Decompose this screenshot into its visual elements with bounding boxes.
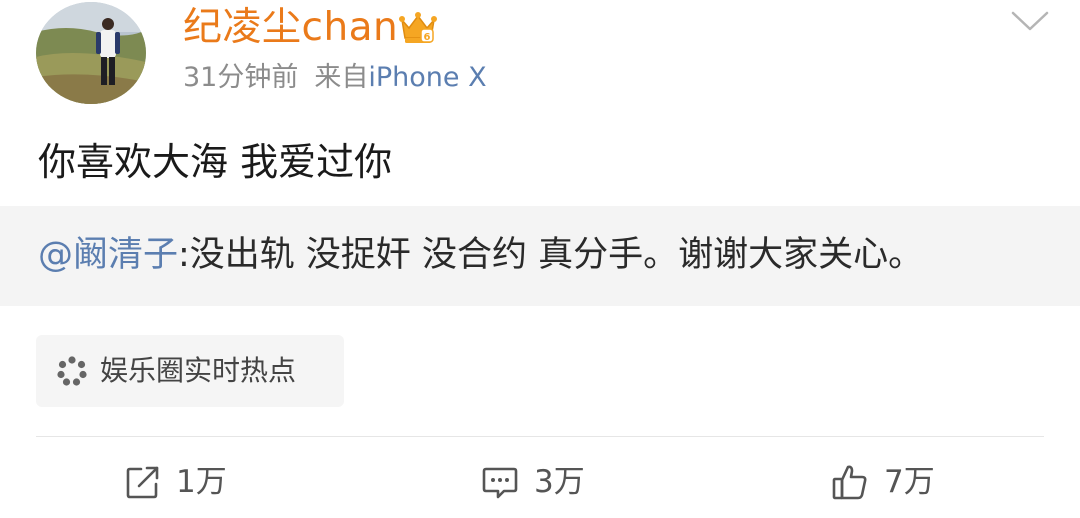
dots-burst-icon [57, 356, 87, 386]
chevron-down-icon[interactable] [1010, 10, 1050, 32]
comment-icon [482, 467, 518, 499]
comment-button[interactable]: 3万 [480, 452, 585, 512]
topic-tag[interactable]: 娱乐圈实时热点 [36, 335, 344, 407]
like-count: 7万 [884, 464, 935, 500]
crown-icon[interactable]: 6 [398, 10, 438, 46]
avatar[interactable] [36, 2, 146, 104]
weibo-post-card: 纪凌尘chan 6 31分钟前 来自iPhone X 你喜欢大海 我爱过你 @阚清… [0, 0, 1080, 518]
post-meta: 31分钟前 来自iPhone X [183, 58, 487, 98]
repost-count: 1万 [176, 464, 227, 500]
repost-text: :没出轨 没捉奸 没合约 真分手。谢谢大家关心。 [178, 235, 924, 275]
repost-text-line: @阚清子:没出轨 没捉奸 没合约 真分手。谢谢大家关心。 [38, 232, 923, 278]
source-device[interactable]: iPhone X [368, 62, 486, 93]
repost-author-mention[interactable]: @阚清子 [38, 235, 178, 275]
source-prefix: 来自 [314, 62, 369, 93]
share-edit-icon [126, 466, 159, 499]
comment-count: 3万 [534, 464, 585, 500]
post-time: 31分钟前 [183, 62, 299, 93]
reposted-content[interactable]: @阚清子:没出轨 没捉奸 没合约 真分手。谢谢大家关心。 [0, 206, 1080, 306]
avatar-photo [36, 2, 146, 104]
username[interactable]: 纪凌尘chan [183, 4, 398, 52]
svg-text:6: 6 [424, 32, 431, 43]
repost-button[interactable]: 1万 [124, 452, 227, 512]
post-text: 你喜欢大海 我爱过你 [38, 140, 393, 184]
thumbs-up-icon [832, 465, 867, 500]
topic-label: 娱乐圈实时热点 [100, 354, 297, 387]
like-button[interactable]: 7万 [830, 452, 935, 512]
divider [36, 436, 1044, 437]
